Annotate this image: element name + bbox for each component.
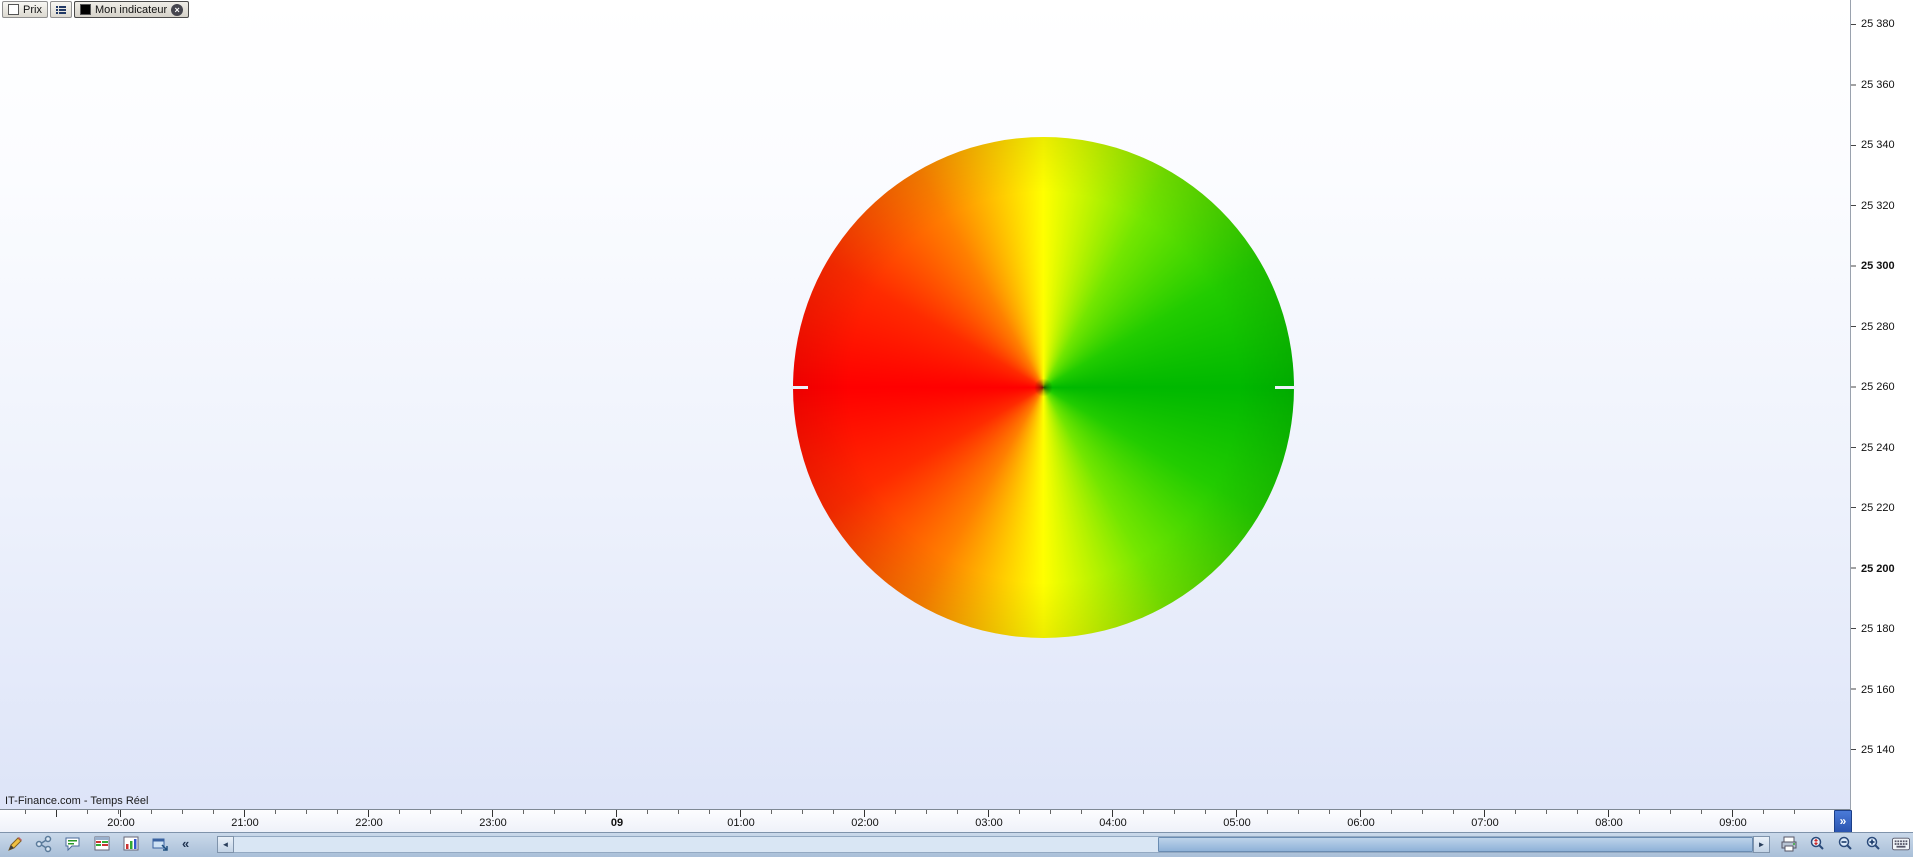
chart-bars-icon	[123, 836, 139, 851]
price-axis-label: 25 280	[1861, 320, 1895, 333]
price-axis-label: 25 300	[1861, 260, 1895, 272]
scroll-left-button[interactable]: ◄	[217, 836, 234, 853]
keyboard-button[interactable]	[1892, 835, 1910, 853]
share-icon	[35, 835, 52, 853]
tab-list-icon	[55, 5, 66, 14]
zoom-vertical-button[interactable]	[1808, 835, 1826, 853]
time-axis-label: 22:00	[355, 817, 383, 829]
price-axis[interactable]: 25 380 25 360 25 340 25 320 25 300 25 280 25 2…	[1850, 0, 1913, 832]
portfolio-icon	[94, 836, 110, 851]
zoom-out-icon	[1838, 836, 1852, 850]
right-toolbar	[1780, 835, 1910, 853]
collapse-toolbar-button[interactable]: «	[180, 835, 191, 853]
detach-window-icon	[152, 838, 168, 851]
price-axis-label: 25 380	[1861, 18, 1895, 30]
time-axis-label: 23:00	[479, 817, 507, 829]
scroll-right-button[interactable]: ►	[1753, 836, 1770, 853]
chat-icon	[65, 837, 80, 852]
time-axis-label: 08:00	[1595, 817, 1623, 829]
left-toolbar: «	[6, 835, 191, 853]
time-axis[interactable]: 20:00 21:00 22:00 23:00 09 01:00 02:00 03:00 04:…	[0, 809, 1850, 833]
price-swatch-icon	[8, 4, 19, 15]
scrollbar-track[interactable]	[234, 836, 1753, 853]
print-icon	[1781, 836, 1797, 852]
scrollbar-thumb[interactable]	[1158, 837, 1753, 852]
price-axis-label: 25 220	[1861, 502, 1895, 514]
chart-canvas[interactable]: IT-Finance.com - Temps Réel	[0, 0, 1850, 809]
tab-price[interactable]: Prix	[2, 1, 48, 18]
tab-indicator[interactable]: Mon indicateur ×	[73, 1, 190, 18]
time-axis-major-ticks	[0, 810, 1800, 817]
price-axis-label: 25 260	[1861, 381, 1895, 393]
watermark: IT-Finance.com - Temps Réel	[5, 795, 149, 807]
zoom-in-button[interactable]	[1864, 835, 1882, 853]
chart-tab-bar: Prix Mon indicateur ×	[2, 1, 190, 18]
trading-platform-window: IT-Finance.com - Temps Réel Prix Mon ind…	[0, 0, 1913, 857]
wheel-left-notch	[791, 386, 808, 389]
price-axis-label: 25 160	[1861, 683, 1895, 696]
zoom-vertical-icon	[1810, 836, 1824, 850]
zoom-out-button[interactable]	[1836, 835, 1854, 853]
indicator-swatch-icon	[79, 4, 91, 15]
price-axis-label: 25 180	[1861, 623, 1895, 635]
tab-list-button[interactable]	[49, 1, 72, 18]
zoom-in-icon	[1866, 836, 1880, 850]
time-axis-label: 06:00	[1347, 817, 1375, 829]
price-axis-label: 25 320	[1861, 199, 1895, 212]
price-axis-label: 25 240	[1861, 441, 1895, 454]
time-axis-label: 09	[610, 817, 624, 829]
time-axis-label: 01:00	[727, 817, 755, 829]
price-axis-label: 25 200	[1861, 562, 1895, 575]
time-axis-label: 20:00	[107, 817, 135, 829]
tab-indicator-label: Mon indicateur	[94, 3, 168, 16]
time-axis-label: 03:00	[975, 817, 1003, 829]
print-button[interactable]	[1780, 835, 1798, 853]
wheel-right-notch	[1275, 386, 1296, 389]
time-axis-label: 09:00	[1719, 817, 1747, 829]
portfolio-button[interactable]	[93, 835, 111, 853]
price-axis-labels: 25 380 25 360 25 340 25 320 25 300 25 280 25 2…	[1861, 17, 1895, 757]
keyboard-icon	[1892, 837, 1910, 851]
draw-tools-icon	[8, 837, 22, 851]
price-axis-ticks	[1851, 0, 1856, 780]
price-axis-label: 25 340	[1861, 139, 1895, 151]
detach-window-button[interactable]	[151, 835, 169, 853]
price-axis-label: 25 360	[1861, 78, 1895, 91]
time-axis-label: 21:00	[231, 817, 259, 829]
draw-tools-button[interactable]	[6, 835, 24, 853]
time-axis-more-button[interactable]: »	[1834, 810, 1852, 833]
time-axis-label: 05:00	[1223, 817, 1251, 829]
time-axis-label: 07:00	[1471, 817, 1499, 829]
chart-bars-button[interactable]	[122, 835, 140, 853]
time-axis-label: 02:00	[851, 817, 879, 829]
close-icon[interactable]: ×	[171, 3, 184, 16]
share-button[interactable]	[35, 835, 53, 853]
tab-price-label: Prix	[23, 3, 42, 16]
time-axis-labels: 20:00 21:00 22:00 23:00 09 01:00 02:00 03:00 04:…	[91, 817, 1763, 829]
chat-button[interactable]	[64, 835, 82, 853]
price-axis-label: 25 140	[1861, 744, 1895, 756]
horizontal-scrollbar[interactable]: ◄ ►	[217, 836, 1770, 853]
indicator-color-wheel	[793, 137, 1294, 638]
time-axis-label: 04:00	[1099, 817, 1127, 829]
